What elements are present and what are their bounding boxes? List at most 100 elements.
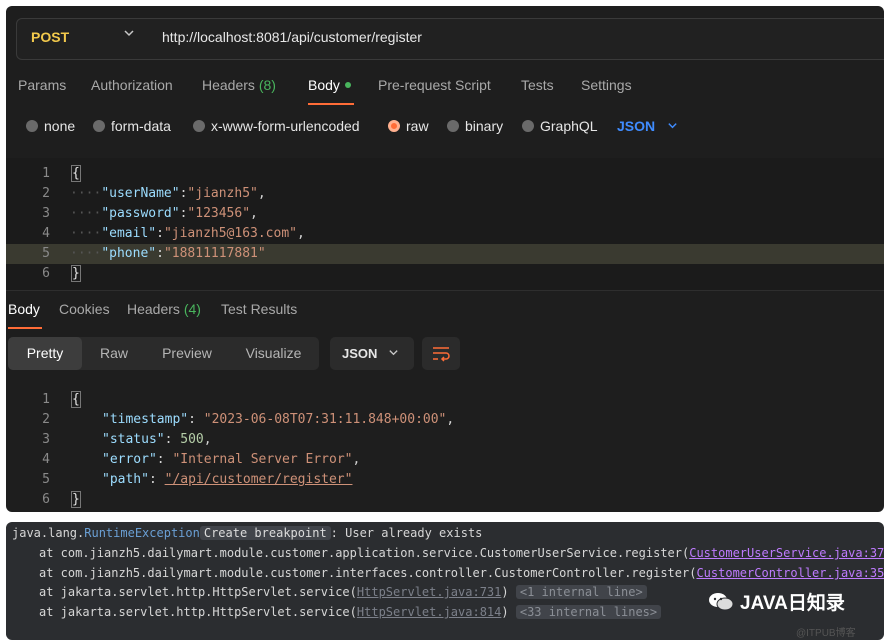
url-bar: POST http://localhost:8081/api/customer/… — [16, 18, 884, 60]
code-line: 3 ····"password":"123456", — [6, 204, 884, 224]
line-number: 6 — [42, 266, 50, 281]
create-breakpoint-button[interactable]: Create breakpoint — [199, 526, 331, 540]
tab-headers[interactable]: Headers (8) — [202, 77, 276, 93]
internal-lines-toggle[interactable]: <33 internal lines> — [515, 605, 662, 619]
console-log-panel: java.lang.RuntimeException Create breakpo… — [6, 522, 884, 640]
radio-form-data-label: form-data — [111, 118, 171, 134]
wrap-lines-button[interactable] — [422, 337, 460, 370]
chevron-down-icon — [388, 337, 399, 370]
chevron-down-icon[interactable] — [123, 27, 135, 42]
stack-frame: at com.jianzh5.dailymart.module.customer… — [39, 566, 884, 580]
radio-graphql[interactable]: GraphQL — [522, 118, 598, 134]
code-line: 2 ····"userName":"jianzh5", — [6, 184, 884, 204]
tab-body[interactable]: Body — [308, 77, 351, 93]
radio-x-www-form-urlencoded[interactable]: x-www-form-urlencoded — [193, 118, 360, 134]
source-link[interactable]: HttpServlet.java:731 — [357, 585, 502, 599]
source-link[interactable]: CustomerController.java:35 — [696, 566, 884, 580]
url-input[interactable]: http://localhost:8081/api/customer/regis… — [162, 29, 422, 45]
radio-selected-icon — [388, 120, 400, 132]
tab-headers-label: Headers — [202, 77, 255, 93]
tab-body-label: Body — [308, 77, 340, 93]
line-number: 2 — [42, 186, 50, 201]
code-line: 6 } — [6, 264, 884, 284]
radio-binary-label: binary — [465, 118, 504, 134]
stack-frame: at jakarta.servlet.http.HttpServlet.serv… — [39, 585, 647, 599]
tab-pre-request-script[interactable]: Pre-request Script — [378, 77, 491, 93]
tab-response-headers-count: (4) — [183, 301, 201, 317]
line-number: 1 — [42, 392, 50, 407]
radio-circle-icon — [522, 120, 534, 132]
exception-message: : User already exists — [330, 526, 483, 540]
postman-window: POST http://localhost:8081/api/customer/… — [6, 6, 884, 512]
radio-circle-icon — [447, 120, 459, 132]
tab-authorization[interactable]: Authorization — [91, 77, 173, 93]
view-preview[interactable]: Preview — [146, 337, 228, 370]
radio-form-data[interactable]: form-data — [93, 118, 171, 134]
code-line: 4 "error": "Internal Server Error", — [6, 450, 884, 470]
json-value: "2023-06-08T07:31:11.848+00:00" — [203, 412, 447, 427]
view-visualize[interactable]: Visualize — [228, 337, 319, 370]
tab-params[interactable]: Params — [18, 77, 66, 93]
watermark-text: JAVA日知录 — [740, 593, 845, 614]
tab-test-results[interactable]: Test Results — [221, 301, 297, 317]
request-body-editor[interactable]: 1 { 2 ····"userName":"jianzh5", 3 ····"p… — [6, 158, 884, 290]
line-number: 3 — [42, 432, 50, 447]
tab-cookies[interactable]: Cookies — [59, 301, 110, 317]
exception-class-link[interactable]: RuntimeException — [84, 526, 200, 540]
radio-raw[interactable]: raw — [388, 118, 429, 134]
section-divider — [6, 290, 884, 291]
tab-response-headers[interactable]: Headers (4) — [127, 301, 201, 317]
view-pretty[interactable]: Pretty — [8, 337, 82, 370]
radio-circle-icon — [26, 120, 38, 132]
line-number: 2 — [42, 412, 50, 427]
line-number: 1 — [42, 166, 50, 181]
radio-circle-icon — [93, 120, 105, 132]
radio-raw-label: raw — [406, 118, 429, 134]
tab-settings[interactable]: Settings — [581, 77, 632, 93]
language-select-label: JSON — [617, 118, 656, 134]
radio-binary[interactable]: binary — [447, 118, 503, 134]
modified-dot-icon — [344, 82, 351, 88]
code-line: 4 ····"email":"jianzh5@163.com", — [6, 224, 884, 244]
source-link[interactable]: HttpServlet.java:814 — [357, 605, 502, 619]
tab-tests[interactable]: Tests — [521, 77, 554, 93]
json-key: "phone" — [101, 246, 157, 261]
json-key: "error" — [102, 452, 157, 467]
code-line: 3 "status": 500, — [6, 430, 884, 450]
radio-none-label: none — [44, 118, 76, 134]
view-raw[interactable]: Raw — [82, 337, 146, 370]
json-key: "email" — [101, 226, 157, 241]
open-brace: { — [71, 391, 81, 408]
line-number: 5 — [42, 246, 50, 261]
radio-urlencoded-label: x-www-form-urlencoded — [211, 118, 360, 134]
path-link[interactable]: "/api/customer/register" — [165, 472, 353, 487]
radio-none[interactable]: none — [26, 118, 75, 134]
code-line: 5 "path": "/api/customer/register" — [6, 470, 884, 490]
internal-lines-toggle[interactable]: <1 internal line> — [515, 585, 647, 599]
line-number: 5 — [42, 472, 50, 487]
json-value: "jianzh5@163.com" — [163, 226, 297, 241]
json-key: "userName" — [101, 186, 180, 201]
json-key: "path" — [102, 472, 149, 487]
close-brace: } — [71, 491, 81, 508]
exception-line: java.lang.RuntimeException Create breakpo… — [12, 526, 483, 540]
tab-response-headers-label: Headers — [127, 301, 180, 317]
method-select[interactable]: POST — [31, 29, 69, 45]
response-format-select[interactable]: JSON — [330, 337, 414, 370]
wechat-icon — [708, 592, 734, 612]
language-select[interactable]: JSON — [617, 118, 678, 134]
code-line: 1 { — [6, 164, 884, 184]
code-line: 2 "timestamp": "2023-06-08T07:31:11.848+… — [6, 410, 884, 430]
source-link[interactable]: CustomerUserService.java:37 — [689, 546, 884, 560]
line-number: 4 — [42, 452, 50, 467]
chevron-down-icon — [667, 118, 678, 134]
stack-frame: at com.jianzh5.dailymart.module.customer… — [39, 546, 884, 560]
code-line: 1 { — [6, 390, 884, 410]
tab-response-body[interactable]: Body — [8, 301, 40, 317]
code-line-current: 5 ····"phone":"18811117881" — [6, 244, 884, 264]
radio-circle-icon — [193, 120, 205, 132]
line-number: 4 — [42, 226, 50, 241]
close-brace: } — [71, 265, 81, 282]
active-tab-indicator — [308, 103, 354, 105]
json-value: "18811117881" — [163, 246, 266, 261]
